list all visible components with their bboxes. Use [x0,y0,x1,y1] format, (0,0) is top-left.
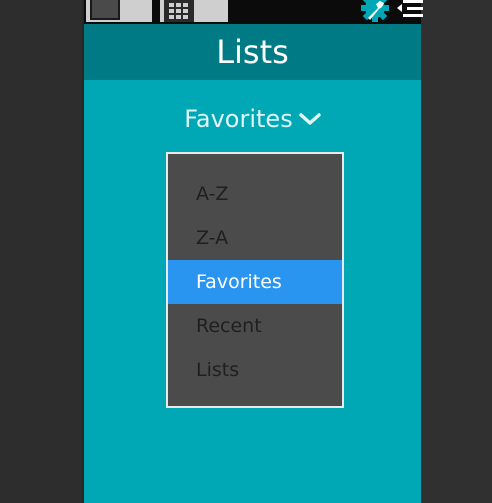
menu-item-a-z[interactable]: A-Z [168,172,342,216]
background-edge [421,0,492,503]
grid-icon [164,0,194,22]
sort-dropdown-trigger[interactable]: Favorites [84,100,421,138]
window-thumbnail-icon [90,0,120,20]
menu-item-lists[interactable]: Lists [168,348,342,392]
menu-item-z-a[interactable]: Z-A [168,216,342,260]
app-window: Lists Favorites A-Z Z-A Favorites Recent… [82,0,423,503]
menu-lines-icon[interactable] [395,0,423,22]
toolbar-icons [345,0,423,24]
chevron-down-icon [298,113,321,125]
gear-icon[interactable] [357,0,393,24]
menu-item-favorites[interactable]: Favorites [168,260,342,304]
toolbar-thumbnail-panel[interactable] [86,0,152,22]
sort-dropdown-menu: A-Z Z-A Favorites Recent Lists [166,152,344,408]
sort-dropdown-value: Favorites [184,105,293,133]
page-title: Lists [84,24,421,80]
toolbar-grid-panel[interactable] [160,0,228,22]
menu-item-recent[interactable]: Recent [168,304,342,348]
top-toolbar [84,0,423,24]
